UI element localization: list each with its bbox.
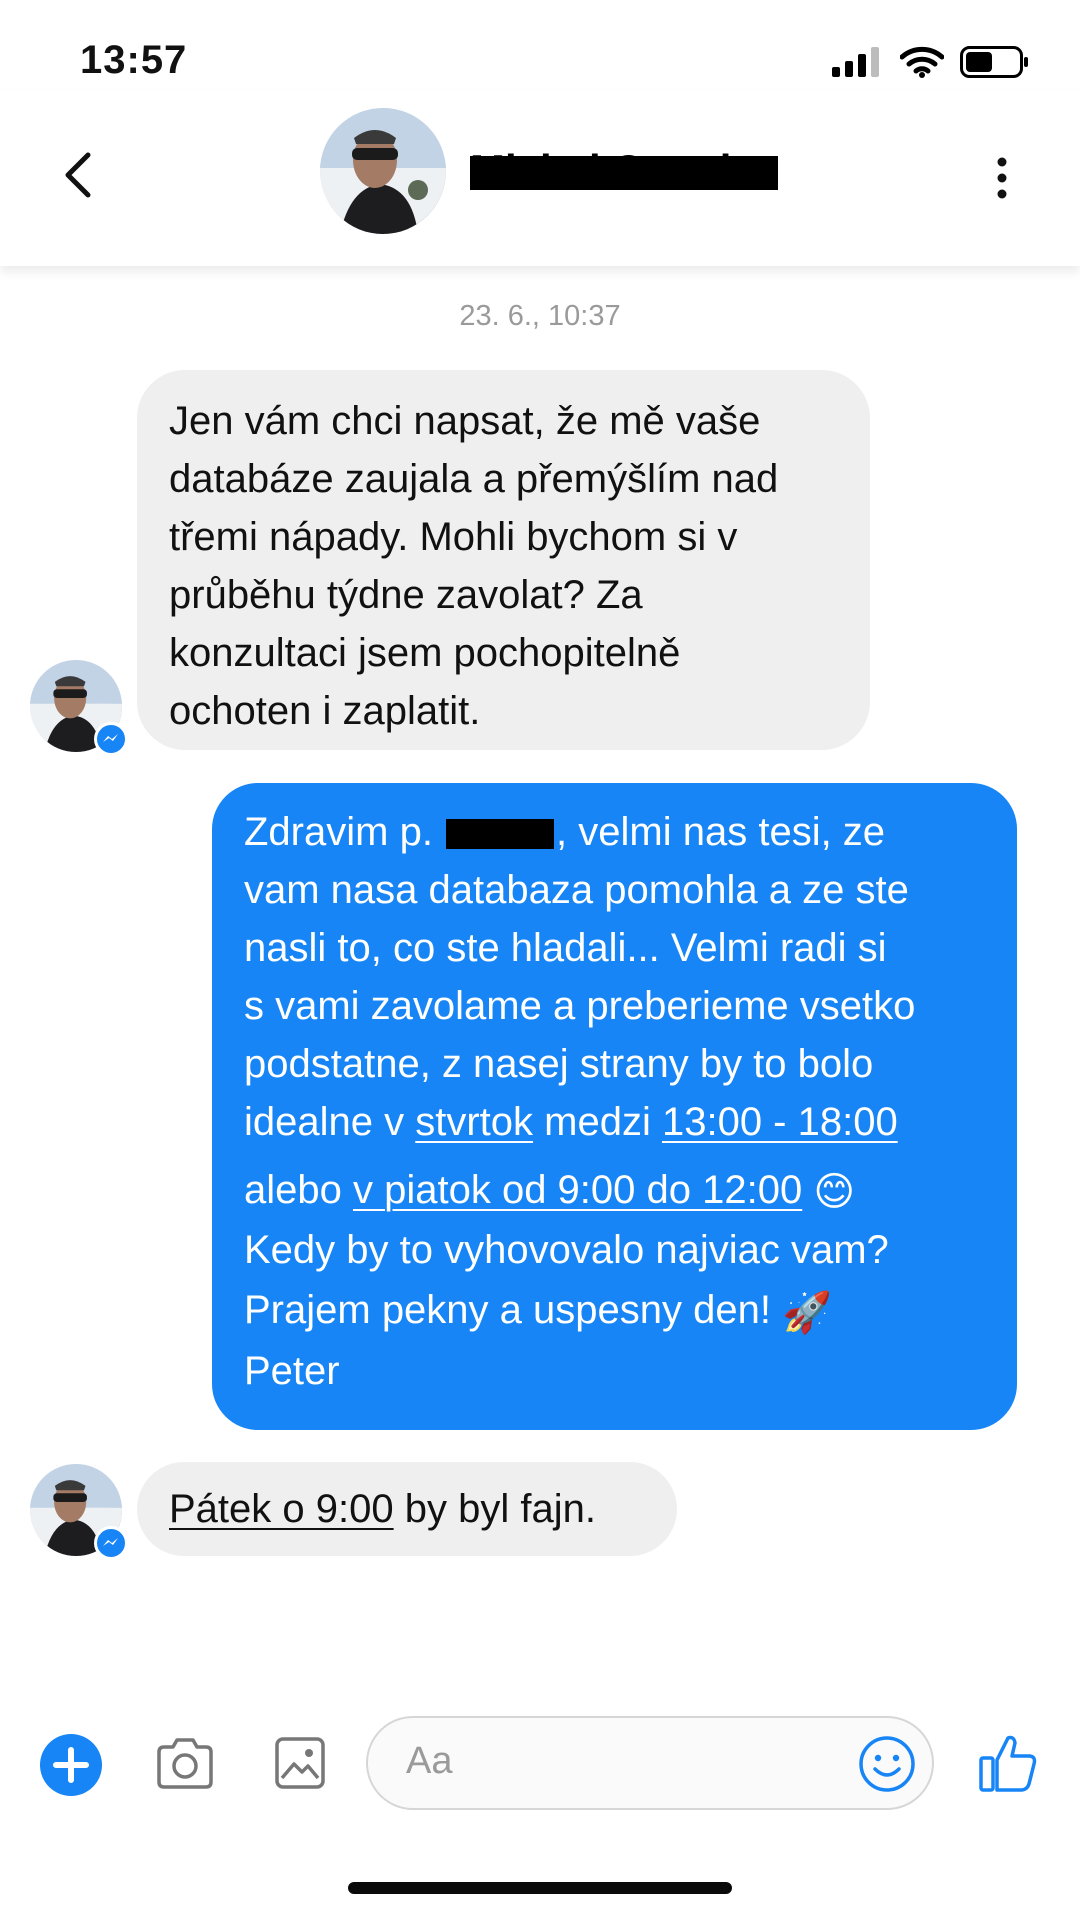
wifi-icon xyxy=(900,46,944,78)
date-link[interactable]: stvrtok xyxy=(415,1100,533,1144)
time-link[interactable]: 13:00 - 18:00 xyxy=(662,1100,898,1144)
sender-avatar[interactable] xyxy=(30,1464,128,1560)
status-icons xyxy=(832,46,1030,78)
incoming-message[interactable]: Jen vám chci napsat, že mě vaše databáze… xyxy=(137,370,870,750)
incoming-message[interactable]: Pátek o 9:00 by byl fajn. xyxy=(137,1462,677,1556)
message-line: alebo v piatok od 9:00 do 12:00 😊 xyxy=(244,1161,985,1221)
battery-icon xyxy=(960,46,1028,78)
message-line: vam nasa databaza pomohla a ze ste xyxy=(244,868,909,912)
input-placeholder: Aa xyxy=(406,1740,453,1782)
name-redaction-bar xyxy=(446,819,555,850)
rocket-emoji: 🚀 xyxy=(782,1290,832,1335)
message-line: průběhu týdne zavolat? Za xyxy=(169,573,643,617)
messenger-badge-icon xyxy=(94,722,128,756)
message-timestamp: 23. 6., 10:37 xyxy=(459,300,621,332)
contact-avatar[interactable] xyxy=(320,108,446,234)
message-line: idealne v stvrtok medzi 13:00 - 18:00 xyxy=(244,1100,898,1144)
image-icon[interactable] xyxy=(274,1734,326,1792)
message-line: Zdravim p. , velmi nas tesi, ze xyxy=(244,810,886,854)
camera-icon[interactable] xyxy=(154,1736,216,1792)
message-line: konzultaci jsem pochopitelně xyxy=(169,631,681,675)
conversation-header: Michal Cratel xyxy=(0,90,1080,266)
message-line: Jen vám chci napsat, že mě vaše xyxy=(169,399,761,443)
message-line: třemi nápady. Mohli bychom si v xyxy=(169,515,738,559)
message-line: Peter xyxy=(244,1348,340,1393)
signal-icon xyxy=(832,47,879,77)
outgoing-message[interactable]: Zdravim p. , velmi nas tesi, ze vam nasa… xyxy=(212,783,1017,1430)
name-redaction-bar xyxy=(470,156,778,190)
date-link[interactable]: v piatok od 9:00 do 12:00 xyxy=(353,1168,802,1212)
message-line: Prajem pekny a uspesny den! 🚀 xyxy=(244,1281,985,1341)
thumbs-up-icon[interactable] xyxy=(978,1732,1038,1794)
smiling-emoji: 😊 xyxy=(813,1170,856,1215)
message-line: Kedy by to vyhovovalo najviac vam? xyxy=(244,1228,889,1273)
message-line: databáze zaujala a přemýšlím nad xyxy=(169,457,779,501)
message-line: podstatne, z nasej strany by to bolo xyxy=(244,1042,874,1086)
message-line: Pátek o 9:00 by byl fajn. xyxy=(169,1487,596,1531)
message-line: s vami zavolame a preberieme vsetko xyxy=(244,984,916,1028)
date-link[interactable]: Pátek o 9:00 xyxy=(169,1487,394,1531)
more-vertical-icon[interactable] xyxy=(984,148,1020,208)
home-indicator[interactable] xyxy=(348,1882,732,1894)
message-line: ochoten i zaplatit. xyxy=(169,689,481,733)
status-time: 13:57 xyxy=(80,38,188,82)
plus-icon[interactable] xyxy=(40,1734,102,1796)
sender-avatar[interactable] xyxy=(30,660,128,756)
chevron-left-icon[interactable] xyxy=(50,145,110,205)
messenger-badge-icon xyxy=(94,1526,128,1560)
message-line: nasli to, co ste hladali... Velmi radi s… xyxy=(244,926,887,970)
smiley-icon[interactable] xyxy=(858,1735,916,1793)
